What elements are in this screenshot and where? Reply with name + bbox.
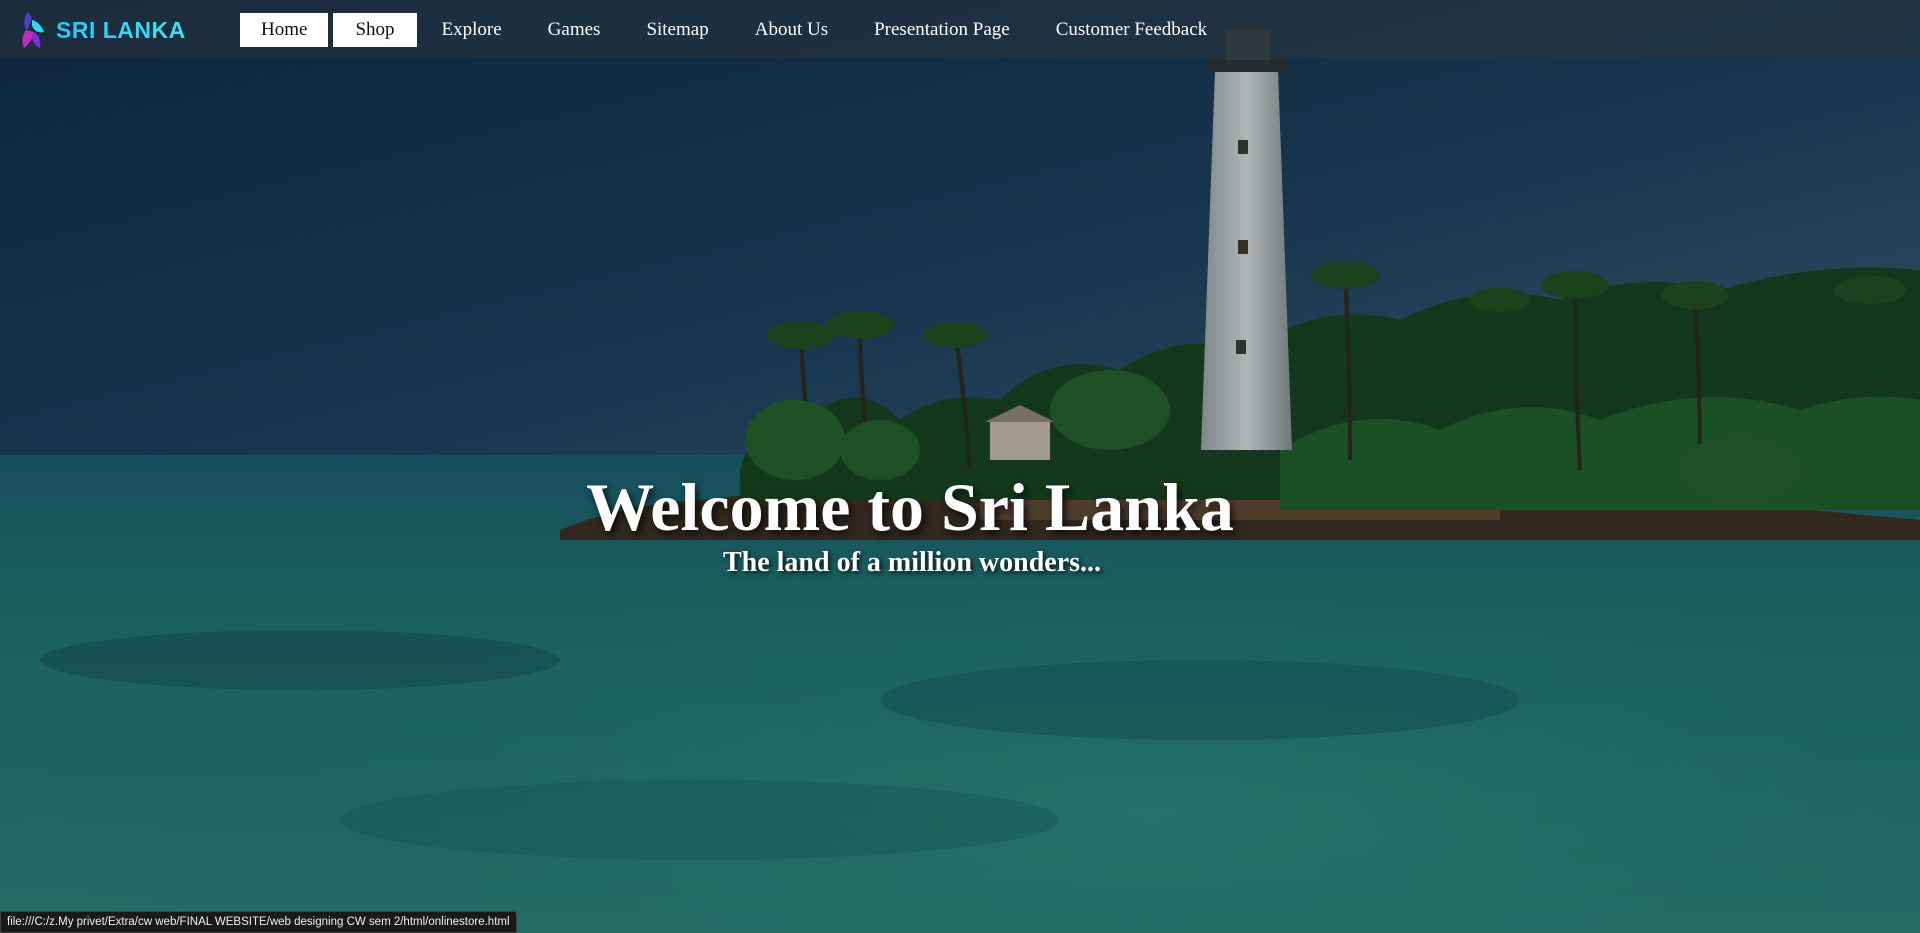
hero-subtitle: The land of a million wonders... <box>722 547 1102 578</box>
nav-customer-feedback-link[interactable]: Customer Feedback <box>1036 13 1227 47</box>
nav-sitemap-link[interactable]: Sitemap <box>626 13 728 47</box>
butterfly-logo-icon <box>22 12 44 48</box>
top-navbar: SRI LANKA Home Shop Explore Games Sitema… <box>0 0 1920 58</box>
nav-games-link[interactable]: Games <box>528 13 621 47</box>
hero-title: Welcome to Sri Lanka <box>586 469 1234 545</box>
nav-explore-link[interactable]: Explore <box>422 13 522 47</box>
nav-menu: Home Shop Explore Games Sitemap About Us… <box>240 13 1233 47</box>
site-logo-text: SRI LANKA <box>56 16 186 43</box>
site-logo[interactable]: SRI LANKA <box>18 8 186 52</box>
nav-home-link[interactable]: Home <box>240 13 329 47</box>
nav-shop-link[interactable]: Shop <box>333 13 417 47</box>
nav-presentation-page-link[interactable]: Presentation Page <box>854 13 1030 47</box>
hero-background-image <box>0 0 1920 933</box>
nav-about-us-link[interactable]: About Us <box>735 13 848 47</box>
status-bar-url: file:///C:/z.My privet/Extra/cw web/FINA… <box>0 911 517 933</box>
